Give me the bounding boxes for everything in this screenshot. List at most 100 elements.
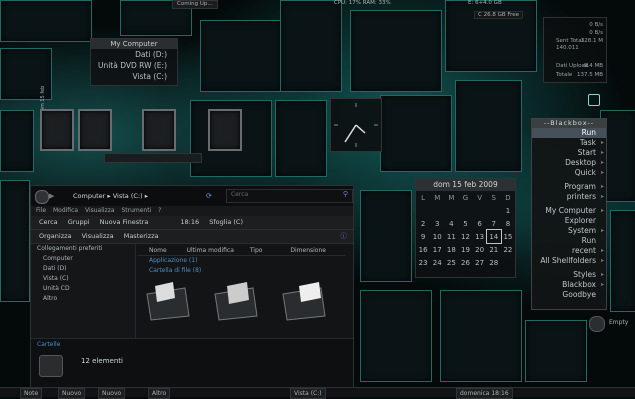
drive-d-link[interactable]: Dati (D:) [91,49,177,60]
calendar-day[interactable]: 6 [473,217,487,230]
empty-recycle-label[interactable]: Empty [609,319,628,326]
calendar-day[interactable]: 7 [487,217,501,230]
calendar-day[interactable]: 21 [487,243,501,256]
calendar-day[interactable] [444,204,458,217]
menu-file[interactable]: File [36,207,46,214]
recycle-bin-icon[interactable] [589,316,605,332]
calendar-day[interactable]: 24 [430,256,444,269]
menu-item-goodbye[interactable]: Goodbye [532,290,606,300]
forward-arrow-icon[interactable]: ▶ [49,192,54,200]
calendar-day[interactable]: 5 [458,217,472,230]
calendar-day[interactable]: 9 [416,230,430,243]
calendar-day[interactable]: 25 [444,256,458,269]
browse-button[interactable]: Sfoglia (C) [209,218,243,226]
menu-item-run-2[interactable]: Run [532,236,606,246]
calendar-day[interactable]: 26 [458,256,472,269]
nav-item-computer[interactable]: Computer [31,254,135,264]
calendar-day[interactable] [458,204,472,217]
menu-item-styles[interactable]: Styles ▸ [532,270,606,280]
folder-icon[interactable] [213,282,259,322]
taskbar-clock[interactable]: domenica 18:16 [456,388,513,399]
taskbar-item-nuovo[interactable]: Nuovo [58,388,86,399]
calendar-day[interactable]: 28 [487,256,501,269]
menu-item-explorer[interactable]: Explorer [532,216,606,226]
calendar-day[interactable]: 23 [416,256,430,269]
taskbar-item-vista-c[interactable]: Vista (C:) [290,388,326,399]
calendar-day[interactable]: 4 [444,217,458,230]
view-button[interactable]: Visualizza [82,232,114,240]
calendar-day[interactable]: 3 [430,217,444,230]
calendar-day[interactable]: 22 [501,243,515,256]
help-icon[interactable]: ⓘ [341,230,348,243]
column-type[interactable]: Tipo [250,247,263,254]
menu-strumenti[interactable]: Strumenti [121,207,151,214]
menu-item-blackbox[interactable]: Blackbox ▸ [532,280,606,290]
calendar-day[interactable]: 8 [501,217,515,230]
menu-item-program[interactable]: Program ▸ [532,182,606,192]
menu-item-recent[interactable]: recent ▸ [532,246,606,256]
calendar-day[interactable]: 18 [444,243,458,256]
groups-button[interactable]: Gruppi [68,218,90,226]
refresh-icon[interactable]: ⟳ [206,192,212,200]
group-folders[interactable]: Cartella di file (8) [137,266,345,276]
menu-item-run[interactable]: Run [532,128,606,138]
calendar-day[interactable] [487,204,501,217]
calendar-day[interactable]: 20 [473,243,487,256]
menu-item-start[interactable]: Start ▸ [532,148,606,158]
calendar-day-today[interactable]: 14 [485,229,502,244]
calendar-day[interactable]: 13 [473,230,487,243]
drive-e-link[interactable]: Unità DVD RW (E:) [91,60,177,71]
menu-item-quick[interactable]: Quick ▸ [532,168,606,178]
calendar-day[interactable]: 1 [501,204,515,217]
menu-item-my-computer[interactable]: My Computer ▸ [532,206,606,216]
column-name[interactable]: Nome [149,247,167,254]
column-modified[interactable]: Ultima modifica [187,247,234,254]
widget-dock-icon[interactable] [588,94,600,106]
nav-item-dati-d[interactable]: Dati (D) [31,264,135,274]
burn-button[interactable]: Masterizza [124,232,159,240]
calendar-day[interactable]: 11 [444,230,458,243]
column-size[interactable]: Dimensione [290,247,326,254]
calendar-day[interactable]: 10 [430,230,444,243]
calendar-day[interactable]: 16 [416,243,430,256]
folder-icon[interactable] [145,282,191,322]
taskbar-item-nuovo-2[interactable]: Nuovo [98,388,126,399]
calendar-day[interactable]: 19 [458,243,472,256]
calendar-day[interactable]: 17 [430,243,444,256]
calendar-day[interactable] [501,256,515,269]
calendar-day[interactable] [473,204,487,217]
nav-item-altro[interactable]: Altro [31,294,135,304]
menu-item-desktop[interactable]: Desktop ▸ [532,158,606,168]
menu-item-all-shellfolders[interactable]: All Shellfolders ▸ [532,256,606,266]
organize-button[interactable]: Organizza [39,232,72,240]
folder-icon[interactable] [281,282,327,322]
breadcrumb-vista-c[interactable]: Vista (C:) [113,192,143,200]
breadcrumb[interactable]: Computer ▸ Vista (C:) ▸ [73,192,148,200]
menu-item-system[interactable]: System ▸ [532,226,606,236]
menu-visualizza[interactable]: Visualizza [85,207,115,214]
search-button[interactable]: Cerca [39,218,58,226]
menu-help[interactable]: ? [158,207,161,214]
menu-item-label: Blackbox [562,280,596,289]
new-window-button[interactable]: Nuova Finestra [100,218,149,226]
calendar-day[interactable]: 2 [416,217,430,230]
menu-item-printers[interactable]: printers ▸ [532,192,606,202]
nav-item-unita-cd[interactable]: Unità CD [31,284,135,294]
calendar-day[interactable] [416,204,430,217]
taskbar-item-note[interactable]: Note [20,388,43,399]
back-arrow-icon[interactable] [35,190,49,204]
group-applications[interactable]: Applicazione (1) [137,256,345,266]
menu-modifica[interactable]: Modifica [53,207,78,214]
clock-digit [78,109,112,151]
search-icon[interactable]: ⚲ [343,190,348,198]
drive-c-link[interactable]: Vista (C:) [91,71,177,82]
menu-item-task[interactable]: Task ▸ [532,138,606,148]
nav-item-vista-c[interactable]: Vista (C) [31,274,135,284]
calendar-day[interactable] [430,204,444,217]
search-input[interactable]: Cerca ⚲ [226,189,353,203]
calendar-day[interactable]: 27 [473,256,487,269]
breadcrumb-computer[interactable]: Computer [73,192,105,200]
taskbar-item-altro[interactable]: Altro [148,388,171,399]
calendar-day[interactable]: 12 [458,230,472,243]
calendar-day[interactable]: 15 [501,230,515,243]
